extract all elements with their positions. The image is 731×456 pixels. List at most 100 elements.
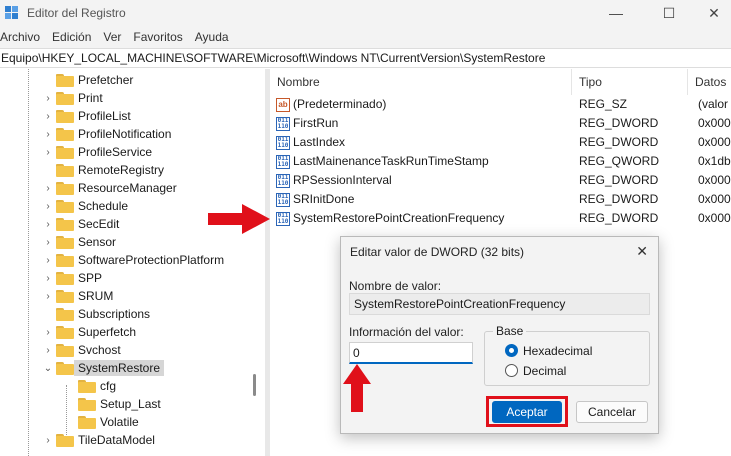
- tree-scrollbar[interactable]: [253, 374, 256, 396]
- tree-item[interactable]: › SPP: [0, 269, 265, 287]
- annotation-arrow-right-icon: [208, 204, 270, 234]
- minimize-button[interactable]: —: [593, 0, 639, 26]
- tree-item[interactable]: › Sensor: [0, 233, 265, 251]
- binary-value-icon: 011 110: [276, 193, 290, 207]
- value-data-input[interactable]: 0: [349, 342, 473, 364]
- menu-bar: Archivo Edición Ver Favoritos Ayuda: [0, 26, 731, 48]
- tree-item[interactable]: › Print: [0, 89, 265, 107]
- tree-item[interactable]: › SoftwareProtectionPlatform: [0, 251, 265, 269]
- decimal-radio[interactable]: [505, 364, 518, 377]
- address-bar[interactable]: Equipo\HKEY_LOCAL_MACHINE\SOFTWARE\Micro…: [0, 48, 731, 68]
- expand-chevron-icon[interactable]: ›: [42, 219, 54, 230]
- expand-chevron-icon[interactable]: ›: [42, 345, 54, 356]
- menu-edicion[interactable]: Edición: [52, 30, 97, 44]
- tree-item[interactable]: › ProfileList: [0, 107, 265, 125]
- value-type: REG_SZ: [579, 97, 628, 111]
- tree-item-label[interactable]: Schedule: [78, 199, 128, 213]
- expand-chevron-icon[interactable]: ›: [42, 435, 54, 446]
- tree-item-label[interactable]: SecEdit: [78, 217, 119, 231]
- tree-item-label[interactable]: RemoteRegistry: [78, 163, 164, 177]
- folder-icon: [56, 145, 74, 159]
- menu-archivo[interactable]: Archivo: [0, 30, 46, 44]
- tree-item[interactable]: › Svchost: [0, 341, 265, 359]
- cancel-button[interactable]: Cancelar: [576, 401, 648, 423]
- tree-item[interactable]: › ProfileService: [0, 143, 265, 161]
- tree-item-label[interactable]: ProfileService: [78, 145, 152, 159]
- annotation-arrow-up-icon: [343, 364, 371, 412]
- decimal-radio-label[interactable]: Decimal: [523, 364, 566, 378]
- tree-item[interactable]: Prefetcher: [0, 71, 265, 89]
- tree-item-label[interactable]: cfg: [100, 379, 116, 393]
- tree-item-label[interactable]: Prefetcher: [78, 73, 133, 87]
- value-type: REG_DWORD: [579, 211, 659, 225]
- value-row[interactable]: ab (Predeterminado) REG_SZ (valor: [270, 95, 731, 114]
- value-row[interactable]: 011 110RPSessionInterval REG_DWORD 0x0000: [270, 171, 731, 190]
- tree-item-label[interactable]: Sensor: [78, 235, 116, 249]
- value-type: REG_DWORD: [579, 135, 659, 149]
- maximize-button[interactable]: ☐: [646, 0, 692, 26]
- hexadecimal-radio-label[interactable]: Hexadecimal: [523, 344, 592, 358]
- tree-item[interactable]: › SRUM: [0, 287, 265, 305]
- column-header-data[interactable]: Datos: [688, 69, 731, 95]
- tree-item-label[interactable]: SRUM: [78, 289, 113, 303]
- hexadecimal-radio[interactable]: [505, 344, 518, 357]
- registry-editor-icon: [5, 6, 19, 20]
- folder-icon: [56, 199, 74, 213]
- expand-chevron-icon[interactable]: ›: [42, 129, 54, 140]
- expand-chevron-icon[interactable]: ›: [42, 237, 54, 248]
- tree-item-label[interactable]: Volatile: [100, 415, 139, 429]
- value-row[interactable]: 011 110 SystemRestorePointCreationFrequen…: [270, 209, 731, 228]
- expand-chevron-icon[interactable]: ›: [42, 327, 54, 338]
- expand-chevron-icon[interactable]: ›: [42, 201, 54, 212]
- expand-chevron-icon[interactable]: ›: [42, 111, 54, 122]
- column-header-name[interactable]: Nombre: [270, 69, 572, 95]
- dialog-close-icon[interactable]: ✕: [636, 243, 648, 260]
- tree-item[interactable]: Volatile: [0, 413, 265, 431]
- value-row[interactable]: 011 110 LastMainenanceTaskRunTimeStamp REG…: [270, 152, 731, 171]
- folder-icon: [56, 271, 74, 285]
- tree-item[interactable]: › ResourceManager: [0, 179, 265, 197]
- value-row[interactable]: 011 110SRInitDone REG_DWORD 0x0000: [270, 190, 731, 209]
- expand-chevron-icon[interactable]: ›: [42, 291, 54, 302]
- value-data: 0x0000: [698, 173, 731, 187]
- expand-chevron-icon[interactable]: ›: [42, 273, 54, 284]
- tree-item[interactable]: ⌄ SystemRestore: [0, 359, 265, 377]
- menu-favoritos[interactable]: Favoritos: [133, 30, 188, 44]
- tree-item-label[interactable]: Superfetch: [78, 325, 136, 339]
- folder-icon: [56, 163, 74, 177]
- column-header-type[interactable]: Tipo: [572, 69, 688, 95]
- tree-item-label[interactable]: ResourceManager: [78, 181, 177, 195]
- tree-item[interactable]: Setup_Last: [0, 395, 265, 413]
- tree-item[interactable]: › TileDataModel: [0, 431, 265, 449]
- tree-item-label[interactable]: ProfileNotification: [78, 127, 171, 141]
- expand-chevron-icon[interactable]: ›: [42, 183, 54, 194]
- tree-item-label[interactable]: SoftwareProtectionPlatform: [78, 253, 224, 267]
- key-tree: Prefetcher › Print › ProfileList › ProfileNoti…: [0, 69, 265, 456]
- expand-chevron-icon[interactable]: ›: [42, 93, 54, 104]
- expand-chevron-icon[interactable]: ⌄: [42, 363, 54, 374]
- tree-item-label[interactable]: SystemRestore: [74, 360, 165, 376]
- expand-chevron-icon[interactable]: ›: [42, 147, 54, 158]
- binary-value-icon: 011 110: [276, 155, 290, 169]
- menu-ver[interactable]: Ver: [103, 30, 127, 44]
- menu-ayuda[interactable]: Ayuda: [195, 30, 235, 44]
- tree-item-label[interactable]: ProfileList: [78, 109, 131, 123]
- tree-item[interactable]: › ProfileNotification: [0, 125, 265, 143]
- value-row[interactable]: 011 110FirstRun REG_DWORD 0x0000: [270, 114, 731, 133]
- tree-item[interactable]: Subscriptions: [0, 305, 265, 323]
- expand-chevron-icon[interactable]: ›: [42, 255, 54, 266]
- value-name: SRInitDone: [293, 192, 355, 206]
- tree-item-label[interactable]: TileDataModel: [78, 433, 155, 447]
- tree-item-label[interactable]: Setup_Last: [100, 397, 161, 411]
- tree-item-label[interactable]: SPP: [78, 271, 102, 285]
- value-type: REG_DWORD: [579, 116, 659, 130]
- tree-item[interactable]: › Superfetch: [0, 323, 265, 341]
- tree-item[interactable]: RemoteRegistry: [0, 161, 265, 179]
- value-row[interactable]: 011 110LastIndex REG_DWORD 0x0000: [270, 133, 731, 152]
- close-button[interactable]: ✕: [691, 0, 731, 26]
- tree-item-label[interactable]: Print: [78, 91, 103, 105]
- tree-item[interactable]: cfg: [0, 377, 265, 395]
- value-name: (Predeterminado): [293, 97, 387, 111]
- tree-item-label[interactable]: Svchost: [78, 343, 121, 357]
- tree-item-label[interactable]: Subscriptions: [78, 307, 150, 321]
